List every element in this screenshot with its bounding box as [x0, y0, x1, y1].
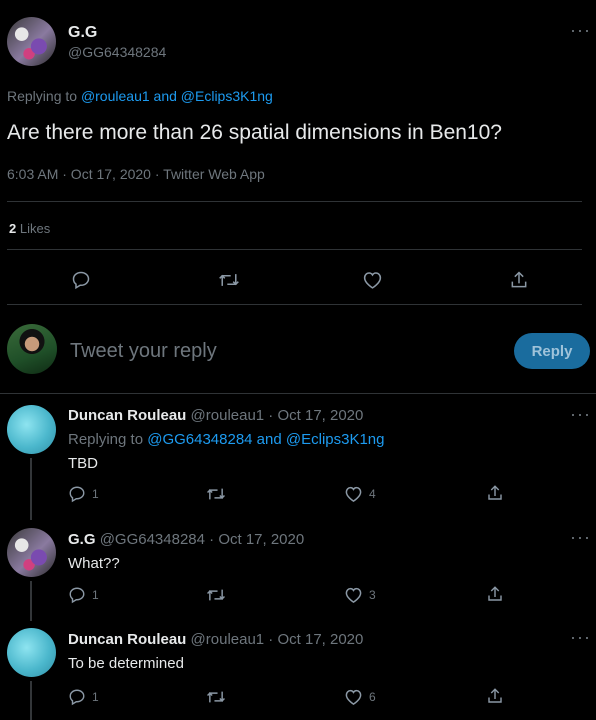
reply-action[interactable]: 1 — [68, 688, 99, 706]
share-action[interactable] — [509, 270, 529, 290]
heart-icon — [345, 587, 362, 604]
author-handle[interactable]: @GG64348284 — [68, 44, 166, 60]
retweet-action[interactable] — [218, 270, 240, 290]
tweet-text: Are there more than 26 spatial dimension… — [7, 121, 502, 144]
reply-action[interactable]: 1 — [68, 586, 99, 604]
reply-author-name[interactable]: Duncan Rouleau — [68, 407, 186, 424]
my-avatar[interactable] — [7, 324, 57, 374]
reply-header: G.G @GG64348284 · Oct 17, 2020 — [68, 531, 304, 548]
reply-header: Duncan Rouleau @rouleau1 · Oct 17, 2020 — [68, 407, 363, 424]
reply-count: 1 — [92, 487, 99, 501]
author-name[interactable]: G.G — [68, 24, 97, 42]
author-avatar[interactable] — [7, 17, 56, 66]
reply-action[interactable] — [71, 270, 91, 290]
reply-author-name[interactable]: Duncan Rouleau — [68, 631, 186, 648]
share-action[interactable] — [486, 687, 504, 705]
like-action[interactable] — [362, 270, 383, 290]
reply-avatar[interactable] — [7, 628, 56, 677]
more-options-icon[interactable]: ··· — [570, 20, 591, 41]
reply-count: 1 — [92, 588, 99, 602]
more-options-icon[interactable]: ··· — [570, 404, 591, 425]
replying-and: and — [153, 88, 177, 104]
reply-button-label: Reply — [531, 342, 573, 360]
reply-bubble-icon — [72, 271, 90, 290]
divider — [7, 249, 582, 250]
tweet-timestamp[interactable]: 6:03 AM · Oct 17, 2020 · Twitter Web App — [7, 166, 265, 182]
likes-label: Likes — [19, 221, 51, 236]
more-options-icon[interactable]: ··· — [570, 527, 591, 548]
more-options-icon[interactable]: ··· — [570, 627, 591, 648]
share-action[interactable] — [486, 484, 504, 502]
like-count: 6 — [369, 690, 376, 704]
retweet-icon — [207, 488, 225, 500]
retweet-action[interactable] — [206, 485, 226, 503]
share-icon — [488, 485, 502, 500]
reply-text: What?? — [68, 555, 120, 572]
reply-text: To be determined — [68, 655, 184, 672]
like-action[interactable]: 4 — [344, 485, 376, 503]
like-count: 3 — [369, 588, 376, 602]
like-count: 4 — [369, 487, 376, 501]
likes-stat[interactable]: 2 Likes — [9, 221, 50, 236]
share-icon — [488, 586, 502, 601]
retweet-action[interactable] — [206, 688, 226, 706]
likes-count: 2 — [9, 221, 17, 236]
reply-bubble-icon — [69, 486, 85, 503]
heart-icon — [345, 486, 362, 503]
reply-avatar[interactable] — [7, 405, 56, 454]
replying-users[interactable]: @GG64348284 and @Eclips3K1ng — [147, 431, 384, 448]
replying-user-rouleau[interactable]: @rouleau1 — [81, 88, 150, 104]
retweet-icon — [207, 589, 225, 601]
retweet-action[interactable] — [206, 586, 226, 604]
reply-bubble-icon — [69, 587, 85, 604]
thread-line — [30, 681, 32, 720]
reply-text: TBD — [68, 455, 98, 472]
replying-to: Replying to @rouleau1 and @Eclips3K1ng — [7, 88, 273, 104]
heart-icon — [345, 689, 362, 706]
share-action[interactable] — [486, 585, 504, 603]
replying-prefix: Replying to — [68, 431, 144, 448]
reply-meta[interactable]: @rouleau1 · Oct 17, 2020 — [191, 631, 364, 648]
share-icon — [511, 271, 527, 288]
thread-line — [30, 458, 32, 520]
reply-header: Duncan Rouleau @rouleau1 · Oct 17, 2020 — [68, 631, 363, 648]
reply-input[interactable]: Tweet your reply — [70, 340, 490, 363]
thread-line — [30, 581, 32, 621]
divider — [7, 201, 582, 202]
like-action[interactable]: 3 — [344, 586, 376, 604]
reply-avatar[interactable] — [7, 528, 56, 577]
retweet-icon — [219, 274, 239, 286]
reply-meta[interactable]: @GG64348284 · Oct 17, 2020 — [100, 531, 305, 548]
replying-prefix: Replying to — [7, 88, 78, 104]
reply-button[interactable]: Reply — [514, 333, 590, 369]
replying-user-eclipse[interactable]: @Eclips3K1ng — [181, 88, 273, 104]
reply-meta[interactable]: @rouleau1 · Oct 17, 2020 — [191, 407, 364, 424]
retweet-icon — [207, 691, 225, 703]
divider — [7, 304, 582, 305]
reply-bubble-icon — [69, 689, 85, 706]
reply-count: 1 — [92, 690, 99, 704]
reply-author-name[interactable]: G.G — [68, 531, 96, 548]
share-icon — [488, 688, 502, 703]
reply-replying-to: Replying to @GG64348284 and @Eclips3K1ng — [68, 431, 385, 448]
like-action[interactable]: 6 — [344, 688, 376, 706]
reply-action[interactable]: 1 — [68, 485, 99, 503]
divider — [0, 393, 596, 394]
heart-icon — [363, 272, 382, 289]
